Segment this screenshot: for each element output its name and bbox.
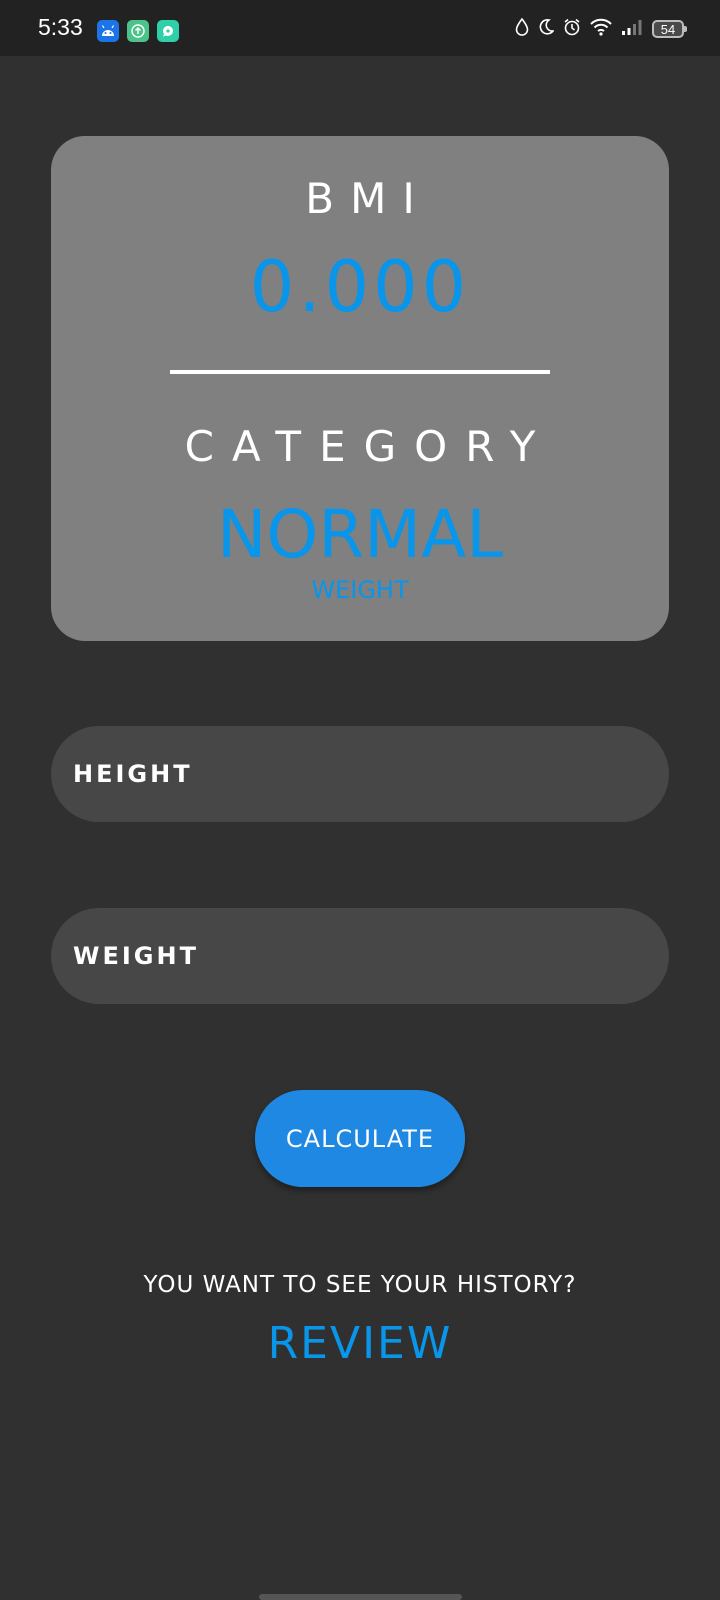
status-time: 5:33: [38, 14, 83, 40]
android-icon: [97, 20, 119, 42]
card-divider: [170, 370, 550, 374]
calculate-button[interactable]: CALCULATE: [255, 1090, 465, 1187]
chat-app-icon: [157, 20, 179, 42]
bmi-value: 0.000: [249, 246, 471, 328]
review-link[interactable]: REVIEW: [0, 1318, 720, 1369]
signal-icon: [621, 18, 643, 40]
bmi-label: BMI: [305, 174, 431, 223]
result-card: BMI 0.000 CATEGORY NORMAL WEIGHT: [51, 136, 669, 641]
weight-input[interactable]: [51, 908, 669, 1004]
notification-icons: [97, 20, 179, 42]
category-value: NORMAL: [216, 496, 504, 573]
system-status-icons: 54: [515, 17, 687, 40]
home-indicator[interactable]: [259, 1594, 462, 1600]
alarm-icon: [563, 18, 581, 40]
moon-icon: [538, 18, 555, 40]
upload-app-icon: [127, 20, 149, 42]
water-drop-icon: [515, 17, 529, 40]
height-input[interactable]: [51, 726, 669, 822]
status-bar: 5:33 54: [0, 0, 720, 56]
history-question: YOU WANT TO SEE YOUR HISTORY?: [143, 1272, 577, 1298]
wifi-icon: [590, 18, 612, 40]
battery-icon: 54: [652, 20, 687, 38]
category-subtitle: WEIGHT: [311, 576, 409, 604]
category-label: CATEGORY: [184, 422, 554, 471]
